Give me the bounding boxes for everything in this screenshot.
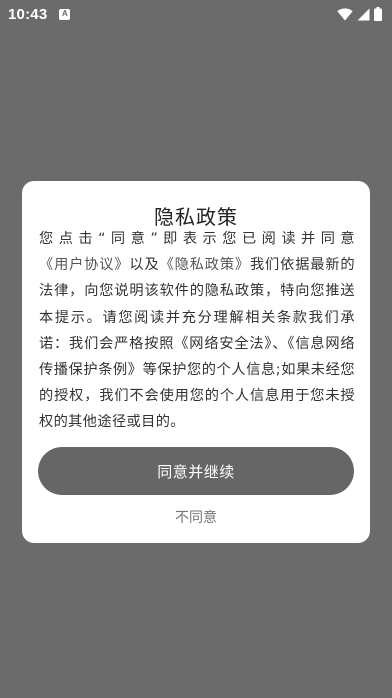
user-agreement-link[interactable]: 《用户协议》: [39, 257, 129, 273]
battery-icon: [374, 7, 382, 21]
wifi-icon: [337, 7, 353, 20]
privacy-dialog: 隐私政策 您点击“同意”即表示您已阅读并同意《用户协议》以及《隐私政策》我们依据…: [22, 181, 370, 543]
screen: 10:43 A 隐私政策 您点击“同意”即表示您已阅读并同意《用户协议》以及《隐…: [0, 0, 392, 698]
agree-continue-button[interactable]: 同意并继续: [38, 447, 354, 495]
disagree-button[interactable]: 不同意: [22, 506, 370, 528]
status-icons: [337, 7, 382, 21]
body-and: 以及: [129, 257, 160, 274]
signal-icon: [357, 8, 370, 20]
status-bar: 10:43 A: [0, 0, 392, 28]
privacy-policy-link[interactable]: 《隐私政策》: [160, 257, 250, 273]
dialog-body: 您点击“同意”即表示您已阅读并同意《用户协议》以及《隐私政策》我们依据最新的法律…: [39, 226, 355, 436]
body-rest: 我们依据最新的法律，向您说明该软件的隐私政策，特向您推送本提示。请您阅读并充分理…: [39, 257, 355, 431]
a-notification-icon: A: [59, 8, 71, 20]
body-intro: 您点击“同意”即表示您已阅读并同意: [39, 231, 355, 247]
status-time: 10:43: [8, 5, 48, 23]
